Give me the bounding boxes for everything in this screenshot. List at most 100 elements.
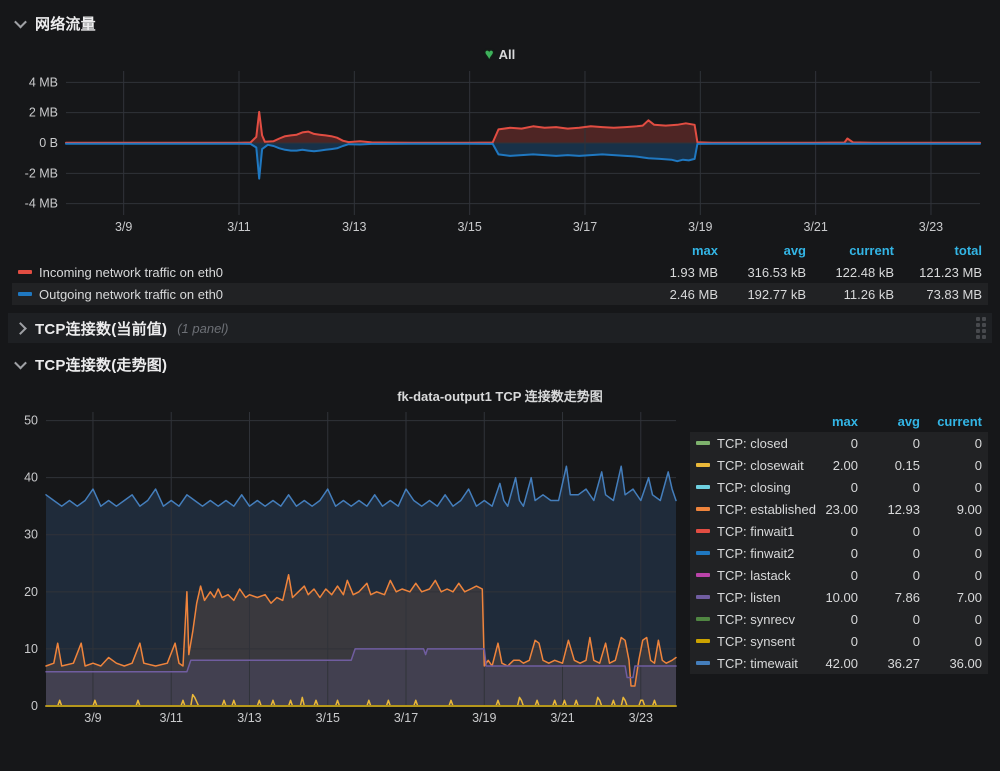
svg-text:3/21: 3/21 xyxy=(803,220,827,234)
row-title: 网络流量 xyxy=(35,13,96,34)
legend-series-label: TCP: closing xyxy=(717,480,791,495)
legend-value-avg: 0 xyxy=(858,546,920,561)
legend-value-max: 10.00 xyxy=(796,590,858,605)
legend-value-max: 0 xyxy=(796,480,858,495)
legend-value-max: 0 xyxy=(796,634,858,649)
series-color-swatch-icon xyxy=(696,661,710,665)
legend-series-toggle[interactable]: TCP: listen xyxy=(696,590,796,605)
legend-header-row: maxavgcurrenttotal xyxy=(12,239,988,261)
legend-row: Incoming network traffic on eth01.93 MB3… xyxy=(12,261,988,283)
svg-text:3/13: 3/13 xyxy=(237,711,261,725)
legend-value-max: 0 xyxy=(796,436,858,451)
legend-series-toggle[interactable]: TCP: closewait xyxy=(696,458,796,473)
legend-series-toggle[interactable]: TCP: finwait1 xyxy=(696,524,796,539)
svg-text:3/13: 3/13 xyxy=(342,220,366,234)
series-color-swatch-icon xyxy=(696,507,710,511)
legend-row: TCP: lastack000 xyxy=(690,564,988,586)
legend-series-label: TCP: lastack xyxy=(717,568,791,583)
legend-series-toggle[interactable]: TCP: closing xyxy=(696,480,796,495)
legend-value-current: 36.00 xyxy=(920,656,982,671)
legend-series-toggle[interactable]: TCP: established xyxy=(696,502,796,517)
legend-sort-header-current[interactable]: current xyxy=(920,414,982,429)
legend-row: TCP: closing000 xyxy=(690,476,988,498)
legend-sort-header-avg[interactable]: avg xyxy=(858,414,920,429)
series-color-swatch-icon xyxy=(696,639,710,643)
panel-title-text: fk-data-output1 TCP 连接数走势图 xyxy=(397,386,603,405)
legend-value-current: 11.26 kB xyxy=(806,287,894,302)
legend-row: Outgoing network traffic on eth02.46 MB1… xyxy=(12,283,988,305)
legend-header-row: maxavgcurrent xyxy=(690,410,988,432)
panel-title-tcp[interactable]: fk-data-output1 TCP 连接数走势图 xyxy=(12,384,988,406)
svg-text:40: 40 xyxy=(24,471,38,485)
legend-series-label: TCP: timewait xyxy=(717,656,798,671)
legend-series-toggle[interactable]: TCP: lastack xyxy=(696,568,796,583)
legend-value-current: 0 xyxy=(920,612,982,627)
network-traffic-chart[interactable]: 4 MB2 MB0 B-2 MB-4 MB3/93/113/133/153/17… xyxy=(12,65,996,237)
legend-series-toggle[interactable]: TCP: timewait xyxy=(696,656,796,671)
legend-series-label: Outgoing network traffic on eth0 xyxy=(39,287,223,302)
legend-sort-header-max[interactable]: max xyxy=(796,414,858,429)
legend-value-total: 73.83 MB xyxy=(894,287,982,302)
series-color-swatch-icon xyxy=(18,270,32,274)
heart-icon: ♥ xyxy=(485,47,494,62)
svg-text:3/17: 3/17 xyxy=(573,220,597,234)
row-header-network[interactable]: 网络流量 xyxy=(8,6,992,41)
chevron-right-icon xyxy=(14,322,27,335)
legend-value-current: 0 xyxy=(920,546,982,561)
legend-series-toggle[interactable]: Outgoing network traffic on eth0 xyxy=(18,287,630,302)
legend-value-max: 0 xyxy=(796,546,858,561)
legend-row: TCP: finwait1000 xyxy=(690,520,988,542)
legend-value-avg: 0 xyxy=(858,524,920,539)
svg-text:3/19: 3/19 xyxy=(472,711,496,725)
legend-value-avg: 7.86 xyxy=(858,590,920,605)
panel-title-text: All xyxy=(499,47,516,62)
svg-text:4 MB: 4 MB xyxy=(29,75,58,89)
svg-text:3/11: 3/11 xyxy=(160,711,183,725)
legend-series-label: Incoming network traffic on eth0 xyxy=(39,265,223,280)
svg-text:20: 20 xyxy=(24,585,38,599)
legend-value-avg: 0 xyxy=(858,568,920,583)
svg-text:-2 MB: -2 MB xyxy=(25,166,58,180)
legend-value-current: 0 xyxy=(920,436,982,451)
legend-row: TCP: closewait2.000.150 xyxy=(690,454,988,476)
legend-series-toggle[interactable]: TCP: synrecv xyxy=(696,612,796,627)
legend-value-avg: 36.27 xyxy=(858,656,920,671)
legend-value-avg: 0 xyxy=(858,634,920,649)
legend-value-max: 0 xyxy=(796,568,858,583)
series-color-swatch-icon xyxy=(696,463,710,467)
legend-value-current: 0 xyxy=(920,568,982,583)
legend-series-label: TCP: finwait2 xyxy=(717,546,794,561)
svg-text:3/9: 3/9 xyxy=(115,220,132,234)
legend-series-toggle[interactable]: TCP: closed xyxy=(696,436,796,451)
chevron-down-icon xyxy=(14,16,27,29)
svg-text:0 B: 0 B xyxy=(39,136,58,150)
panel-title-network[interactable]: ♥ All xyxy=(12,43,988,65)
panel-count-note: (1 panel) xyxy=(177,321,228,336)
legend-row: TCP: finwait2000 xyxy=(690,542,988,564)
svg-text:3/23: 3/23 xyxy=(919,220,943,234)
legend-row: TCP: timewait42.0036.2736.00 xyxy=(690,652,988,674)
svg-text:0: 0 xyxy=(31,699,38,713)
legend-value-max: 1.93 MB xyxy=(630,265,718,280)
svg-text:3/17: 3/17 xyxy=(394,711,418,725)
legend-sort-header-avg[interactable]: avg xyxy=(718,243,806,258)
legend-sort-header-current[interactable]: current xyxy=(806,243,894,258)
row-header-tcp-current[interactable]: TCP连接数(当前值) (1 panel) xyxy=(8,313,992,343)
legend-sort-header-max[interactable]: max xyxy=(630,243,718,258)
tcp-trend-chart[interactable]: 010203040503/93/113/133/153/173/193/213/… xyxy=(12,406,680,732)
legend-sort-header-total[interactable]: total xyxy=(894,243,982,258)
legend-series-toggle[interactable]: Incoming network traffic on eth0 xyxy=(18,265,630,280)
drag-handle-icon[interactable] xyxy=(976,317,986,339)
legend-series-toggle[interactable]: TCP: finwait2 xyxy=(696,546,796,561)
series-color-swatch-icon xyxy=(18,292,32,296)
row-header-tcp-trend[interactable]: TCP连接数(走势图) xyxy=(8,347,992,382)
chevron-down-icon xyxy=(14,357,27,370)
legend-series-label: TCP: listen xyxy=(717,590,781,605)
legend-value-current: 7.00 xyxy=(920,590,982,605)
legend-value-current: 9.00 xyxy=(920,502,982,517)
legend-row: TCP: listen 10.007.867.00 xyxy=(690,586,988,608)
svg-text:3/11: 3/11 xyxy=(227,220,250,234)
legend-series-toggle[interactable]: TCP: synsent xyxy=(696,634,796,649)
axis-labels: 4 MB2 MB0 B-2 MB-4 MB3/93/113/133/153/17… xyxy=(25,75,944,234)
series-color-swatch-icon xyxy=(696,595,710,599)
